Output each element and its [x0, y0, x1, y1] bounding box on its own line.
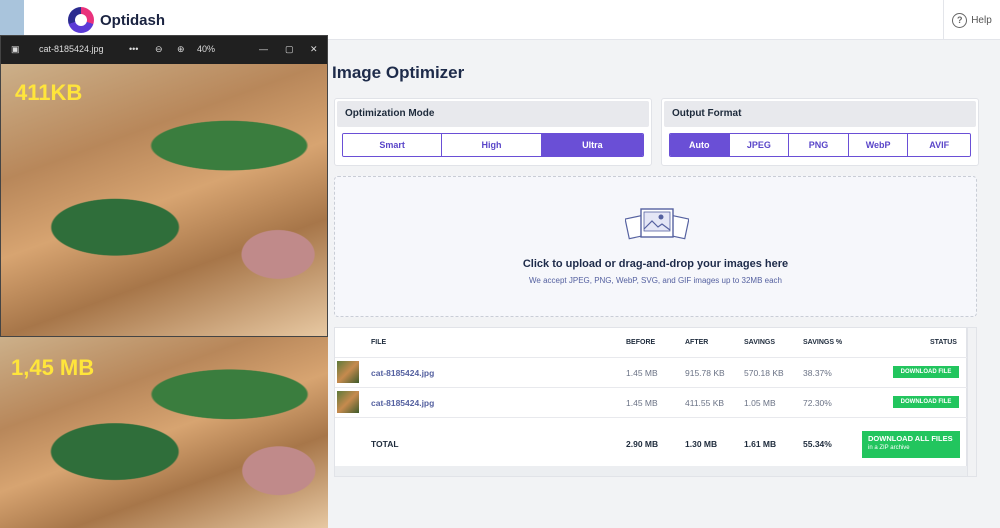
- savings-pct: 72.30%: [803, 398, 832, 408]
- download-all-button[interactable]: DOWNLOAD ALL FILES in a ZIP archive: [862, 431, 960, 458]
- total-after: 1.30 MB: [685, 439, 718, 449]
- images-icon: [625, 208, 689, 240]
- download-file-button[interactable]: DOWNLOAD FILE: [893, 396, 959, 408]
- app-name: Optidash: [100, 11, 166, 29]
- horizontal-scrollbar[interactable]: [335, 466, 968, 476]
- upload-dropzone[interactable]: Click to upload or drag-and-drop your im…: [334, 176, 977, 317]
- close-icon[interactable]: ✕: [310, 44, 318, 55]
- file-thumbnail: [337, 361, 359, 383]
- total-savings: 1.61 MB: [744, 439, 777, 449]
- header-savings: SAVINGS: [744, 339, 775, 346]
- savings: 570.18 KB: [744, 368, 784, 378]
- vertical-scrollbar[interactable]: [967, 327, 977, 477]
- total-before: 2.90 MB: [626, 439, 659, 449]
- help-button[interactable]: ? Help: [943, 0, 1000, 40]
- size-after: 411.55 KB: [685, 398, 725, 408]
- format-jpeg[interactable]: JPEG: [729, 134, 790, 156]
- optidash-logo-icon: [68, 7, 94, 33]
- help-label: Help: [971, 14, 992, 26]
- format-avif[interactable]: AVIF: [908, 134, 970, 156]
- maximize-icon[interactable]: ▢: [285, 44, 294, 55]
- header-status: STATUS: [930, 339, 957, 346]
- table-row: cat-8185424.jpg 1.45 MB 411.55 KB 1.05 M…: [335, 387, 968, 416]
- size-before: 1.45 MB: [626, 398, 658, 408]
- desktop-edge: [0, 0, 24, 40]
- savings: 1.05 MB: [744, 398, 776, 408]
- page-title: Image Optimizer: [332, 63, 465, 82]
- zoom-out-icon[interactable]: ⊖: [155, 44, 163, 55]
- table-row: cat-8185424.jpg 1.45 MB 915.78 KB 570.18…: [335, 357, 968, 386]
- file-name: cat-8185424.jpg: [371, 398, 435, 408]
- question-icon: ?: [952, 12, 968, 28]
- photo-viewer-window: ▣ cat-8185424.jpg ••• ⊖ ⊕ 40% — ▢ ✕ 411K…: [0, 35, 328, 337]
- file-name: cat-8185424.jpg: [371, 368, 435, 378]
- header-before: BEFORE: [626, 339, 656, 346]
- size-after: 915.78 KB: [685, 368, 725, 378]
- savings-pct: 38.37%: [803, 368, 832, 378]
- optimization-mode-panel: Optimization Mode Smart High Ultra: [334, 98, 652, 166]
- optimized-size-label: 411KB: [15, 80, 83, 105]
- mode-smart[interactable]: Smart: [343, 134, 443, 156]
- download-file-button[interactable]: DOWNLOAD FILE: [893, 366, 959, 378]
- zoom-level: 40%: [197, 44, 216, 54]
- cat-photo-optimized: 411KB: [1, 64, 327, 336]
- size-before: 1.45 MB: [626, 368, 658, 378]
- original-size-label: 1,45 MB: [11, 355, 95, 380]
- minimize-icon[interactable]: —: [259, 44, 268, 54]
- format-png[interactable]: PNG: [789, 134, 849, 156]
- total-label: TOTAL: [371, 439, 399, 449]
- viewer-titlebar: ▣ cat-8185424.jpg ••• ⊖ ⊕ 40% — ▢ ✕: [1, 36, 327, 64]
- viewer-app-icon: ▣: [11, 44, 20, 54]
- output-format-heading: Output Format: [664, 101, 976, 127]
- results-table: FILE BEFORE AFTER SAVINGS SAVINGS % STAT…: [334, 327, 968, 477]
- header-file: FILE: [371, 339, 387, 346]
- table-total-row: TOTAL 2.90 MB 1.30 MB 1.61 MB 55.34% DOW…: [335, 417, 968, 467]
- upload-title: Click to upload or drag-and-drop your im…: [522, 258, 789, 270]
- upload-subtitle: We accept JPEG, PNG, WebP, SVG, and GIF …: [528, 276, 782, 285]
- header-after: AFTER: [685, 339, 709, 346]
- optimization-mode-selector: Smart High Ultra: [342, 133, 644, 157]
- top-bar: Optidash ? Help: [0, 0, 1000, 40]
- more-options-button[interactable]: •••: [129, 44, 138, 54]
- viewer-filename: cat-8185424.jpg: [39, 44, 104, 54]
- format-webp[interactable]: WebP: [848, 134, 909, 156]
- zoom-in-icon[interactable]: ⊕: [177, 44, 185, 55]
- mode-high[interactable]: High: [442, 134, 542, 156]
- header-savings-pct: SAVINGS %: [803, 339, 843, 346]
- download-all-label: DOWNLOAD ALL FILES: [868, 434, 953, 443]
- output-format-selector: Auto JPEG PNG WebP AVIF: [669, 133, 971, 157]
- download-all-sublabel: in a ZIP archive: [868, 445, 910, 451]
- file-thumbnail: [337, 391, 359, 413]
- total-savings-pct: 55.34%: [803, 439, 832, 449]
- output-format-panel: Output Format Auto JPEG PNG WebP AVIF: [661, 98, 979, 166]
- logo[interactable]: Optidash: [68, 7, 165, 33]
- mode-ultra[interactable]: Ultra: [541, 134, 643, 156]
- format-auto[interactable]: Auto: [670, 134, 730, 156]
- optimization-mode-heading: Optimization Mode: [337, 101, 649, 127]
- cat-photo-original: 1,45 MB: [0, 337, 328, 528]
